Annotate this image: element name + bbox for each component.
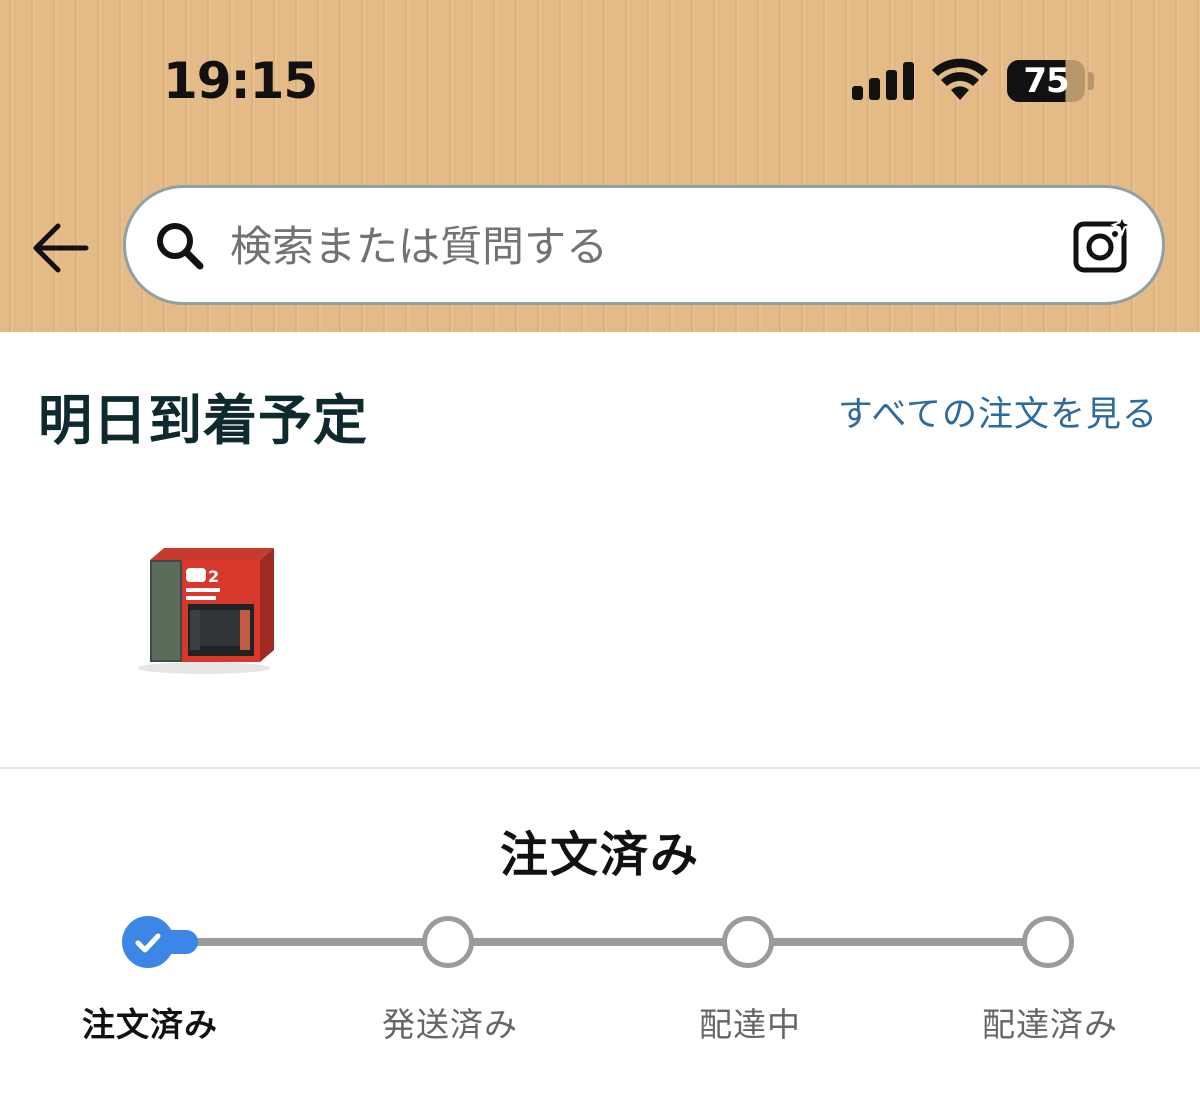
- camera-search-icon[interactable]: [1072, 214, 1134, 276]
- battery-nub: [1088, 72, 1094, 90]
- battery-level: 75: [1023, 61, 1069, 101]
- step-dot-delivered: [1022, 916, 1074, 968]
- cellular-signal-icon: [852, 62, 914, 100]
- step-label-in-transit: 配達中: [699, 1005, 801, 1044]
- step-label-ordered: 注文済み: [82, 1005, 218, 1044]
- app-header: 19:15 75: [0, 0, 1200, 332]
- delivery-title: 明日到着予定: [38, 389, 368, 452]
- back-arrow-icon[interactable]: [30, 220, 92, 276]
- search-bar[interactable]: [123, 185, 1165, 305]
- check-icon: [135, 933, 161, 953]
- step-dot-ordered: [122, 916, 174, 968]
- progress-fill: [170, 930, 198, 954]
- search-input[interactable]: [230, 210, 1050, 282]
- progress-track: [150, 938, 1050, 946]
- product-thumbnail[interactable]: 2: [126, 540, 276, 680]
- status-time: 19:15: [163, 52, 318, 110]
- wifi-icon: [932, 58, 988, 100]
- step-dot-in-transit: [722, 916, 774, 968]
- search-icon: [157, 223, 204, 270]
- order-progress-tracker: 注文済み 発送済み 配達中 配達済み: [0, 900, 1200, 1070]
- step-label-delivered: 配達済み: [982, 1005, 1118, 1044]
- see-all-orders-link[interactable]: すべての注文を見る: [838, 386, 1158, 437]
- section-divider: [0, 767, 1200, 769]
- order-status-heading: 注文済み: [499, 827, 700, 883]
- step-dot-shipped: [422, 916, 474, 968]
- battery-icon: 75: [1007, 60, 1085, 102]
- step-label-shipped: 発送済み: [382, 1005, 518, 1044]
- svg-text:2: 2: [208, 567, 219, 586]
